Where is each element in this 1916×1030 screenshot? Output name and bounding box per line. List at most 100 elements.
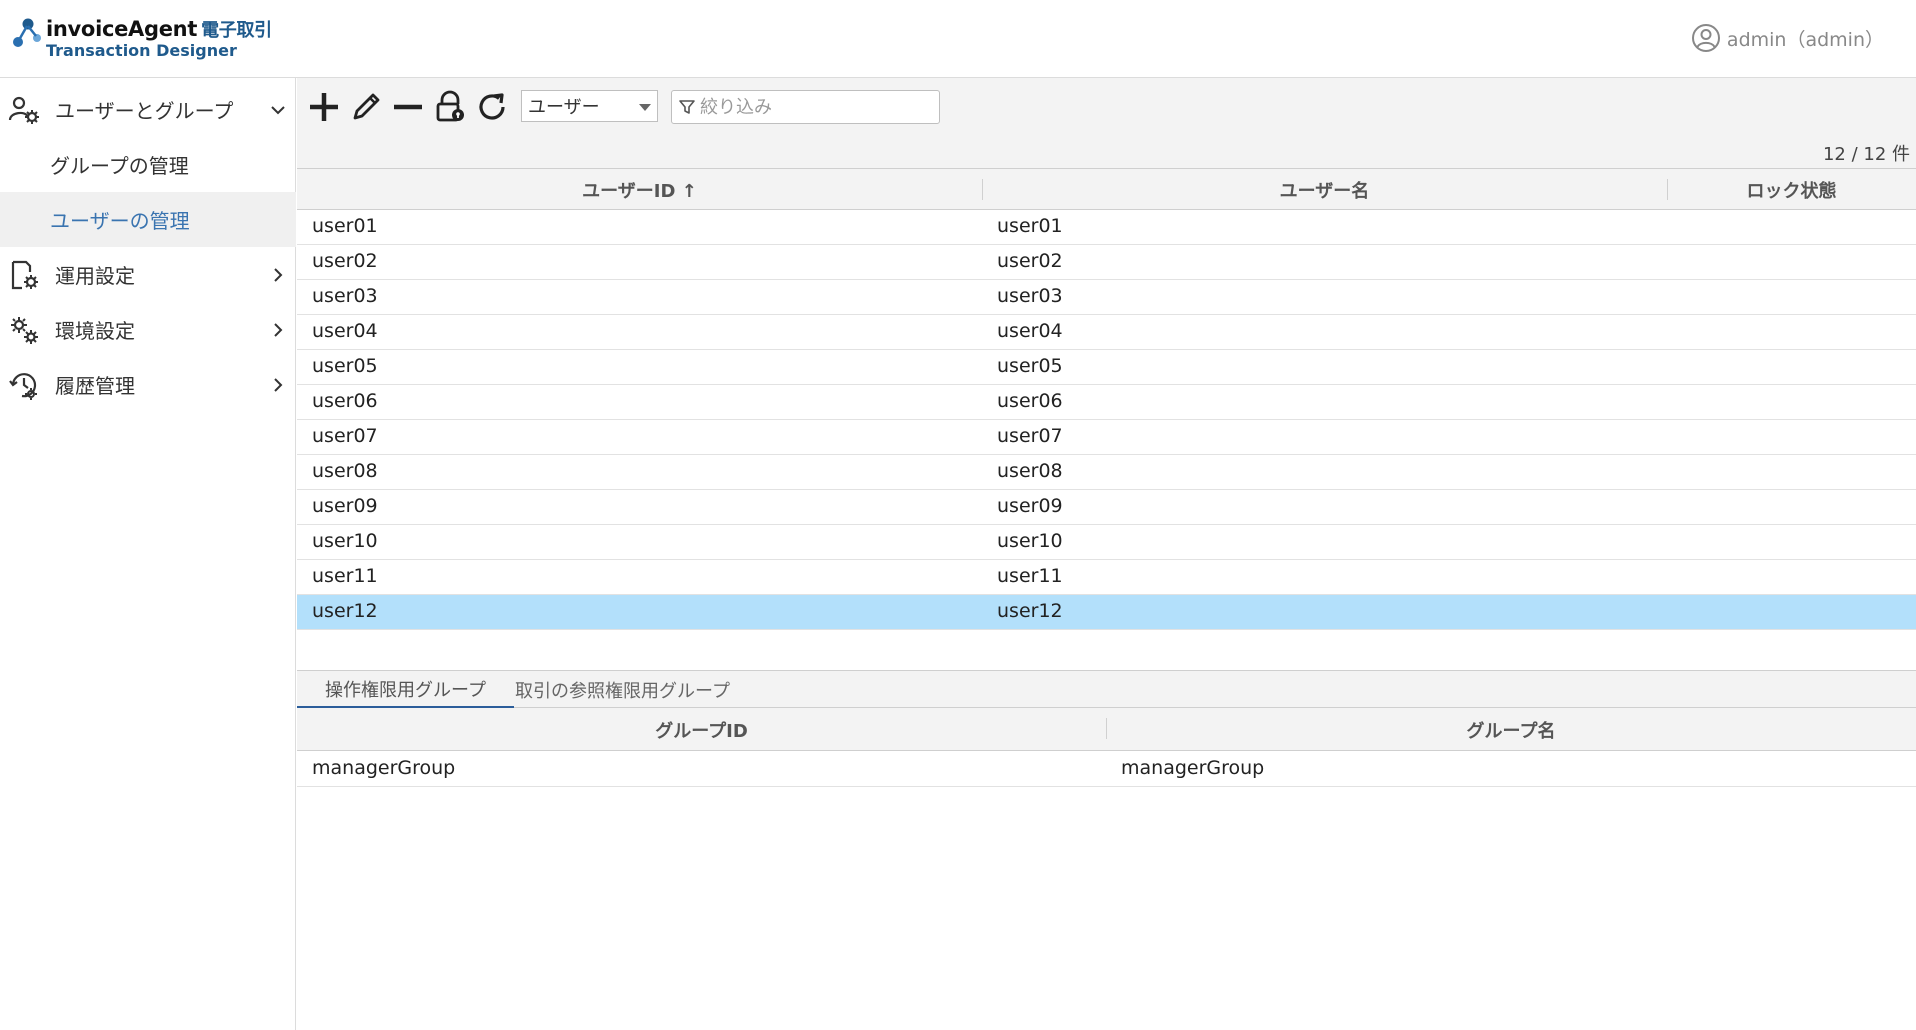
sidebar-item-user-management[interactable]: ユーザーの管理: [0, 192, 296, 247]
groups-table: グループID グループ名 managerGroup managerGroup: [297, 708, 1916, 1030]
sidebar-item-label: グループの管理: [50, 154, 189, 178]
edit-button[interactable]: [347, 88, 385, 126]
plus-icon: [310, 93, 338, 121]
toolbar: ユーザー: [297, 78, 1916, 138]
nav-environment-settings[interactable]: 環境設定: [0, 302, 296, 357]
cell-user-id: user01: [312, 215, 378, 237]
pencil-icon: [353, 93, 380, 120]
chevron-right-icon: [274, 323, 283, 337]
app-header: invoiceAgent 電子取引 Transaction Designer ad…: [0, 0, 1916, 78]
sidebar: ユーザーとグループ グループの管理 ユーザーの管理 運用設定 環境設定 履歴管理: [0, 78, 296, 1030]
nav-users-groups[interactable]: ユーザーとグループ: [0, 82, 296, 137]
table-row[interactable]: user06 user06: [297, 385, 1916, 420]
cell-user-name: user02: [997, 250, 1063, 272]
cell-user-id: user05: [312, 355, 378, 377]
cell-user-name: user04: [997, 320, 1063, 342]
column-header-group-name[interactable]: グループ名: [1106, 708, 1916, 751]
user-label: admin（admin）: [1726, 28, 1884, 51]
table-row[interactable]: user10 user10: [297, 525, 1916, 560]
cell-user-name: user05: [997, 355, 1063, 377]
cell-user-id: user10: [312, 530, 378, 552]
cell-user-name: user12: [997, 600, 1063, 622]
sidebar-item-label: ユーザーの管理: [50, 209, 190, 233]
cell-user-name: user06: [997, 390, 1063, 412]
user-gear-icon: [8, 96, 39, 124]
lock-button[interactable]: [431, 88, 469, 126]
cell-user-id: user03: [312, 285, 378, 307]
delete-button[interactable]: [389, 88, 427, 126]
column-header-user-id[interactable]: ユーザーID ↑: [297, 169, 982, 210]
column-header-group-id[interactable]: グループID: [297, 708, 1106, 751]
add-button[interactable]: [305, 88, 343, 126]
sidebar-item-group-management[interactable]: グループの管理: [0, 137, 296, 192]
table-row[interactable]: user02 user02: [297, 245, 1916, 280]
refresh-button[interactable]: [473, 88, 511, 126]
lock-icon: [436, 90, 464, 122]
column-header-label: グループ名: [1466, 720, 1556, 742]
tab-label: 取引の参照権限用グループ: [515, 681, 730, 702]
column-header-user-name[interactable]: ユーザー名: [982, 169, 1667, 210]
tab-label: 操作権限用グループ: [325, 680, 486, 701]
cell-user-id: user11: [312, 565, 378, 587]
nav-label-history-management: 履歴管理: [55, 374, 135, 398]
nav-label-users-groups: ユーザーとグループ: [55, 99, 234, 123]
filter-field[interactable]: [671, 90, 940, 124]
account-circle-icon: [1691, 24, 1720, 52]
dropdown-caret-icon: [639, 104, 651, 111]
cell-user-id: user08: [312, 460, 378, 482]
user-menu[interactable]: admin（admin）: [1691, 22, 1884, 54]
group-tabs: 操作権限用グループ 取引の参照権限用グループ: [297, 672, 1916, 708]
column-header-label: ユーザーID ↑: [582, 180, 697, 202]
cell-user-name: user10: [997, 530, 1063, 552]
logo-subtitle: Transaction Designer: [46, 41, 237, 60]
logo-mark-icon: [13, 18, 41, 47]
cell-user-id: user07: [312, 425, 378, 447]
groups-table-header: グループID グループ名: [297, 708, 1916, 751]
nav-history-management[interactable]: 履歴管理: [0, 357, 296, 412]
logo-name: invoiceAgent: [46, 17, 198, 41]
nav-label-operation-settings: 運用設定: [55, 264, 135, 288]
table-row[interactable]: user12 user12: [297, 595, 1916, 630]
table-row[interactable]: user11 user11: [297, 560, 1916, 595]
table-row[interactable]: user07 user07: [297, 420, 1916, 455]
cell-user-id: user09: [312, 495, 378, 517]
column-header-lock-status[interactable]: ロック状態: [1667, 169, 1916, 210]
history-gear-icon: [9, 373, 37, 400]
column-header-label: ロック状態: [1746, 180, 1837, 202]
cell-user-name: user07: [997, 425, 1063, 447]
type-select-value: ユーザー: [528, 97, 600, 118]
document-gear-icon: [11, 260, 38, 290]
main-content: ユーザー 12 / 12 件 ユーザーID ↑ ユーザー名 ロック状態 user…: [297, 78, 1916, 1030]
cell-user-id: user04: [312, 320, 378, 342]
nav-operation-settings[interactable]: 運用設定: [0, 247, 296, 302]
gears-icon: [11, 317, 38, 344]
users-table-header: ユーザーID ↑ ユーザー名 ロック状態: [297, 169, 1916, 210]
logo-jp: 電子取引: [201, 20, 272, 41]
filter-input[interactable]: [700, 96, 930, 118]
table-row[interactable]: user04 user04: [297, 315, 1916, 350]
cell-user-name: user11: [997, 565, 1063, 587]
users-table: ユーザーID ↑ ユーザー名 ロック状態 user01 user01 user02 u…: [297, 168, 1916, 671]
filter-icon: [679, 100, 695, 114]
cell-user-name: user09: [997, 495, 1063, 517]
table-row[interactable]: user05 user05: [297, 350, 1916, 385]
tab-operation-groups[interactable]: 操作権限用グループ: [297, 672, 514, 708]
cell-user-name: user03: [997, 285, 1063, 307]
table-row[interactable]: user01 user01: [297, 210, 1916, 245]
table-row[interactable]: user09 user09: [297, 490, 1916, 525]
chevron-right-icon: [274, 268, 283, 282]
nav-label-environment-settings: 環境設定: [55, 319, 135, 343]
table-row[interactable]: user03 user03: [297, 280, 1916, 315]
chevron-down-icon: [271, 106, 285, 115]
tab-reference-groups[interactable]: 取引の参照権限用グループ: [514, 672, 731, 708]
table-row[interactable]: user08 user08: [297, 455, 1916, 490]
refresh-icon: [479, 93, 505, 120]
record-count: 12 / 12 件: [1822, 144, 1910, 165]
chevron-right-icon: [274, 378, 283, 392]
table-row[interactable]: managerGroup managerGroup: [297, 751, 1916, 787]
minus-icon: [394, 104, 422, 110]
column-header-label: ユーザー名: [1279, 180, 1370, 202]
app-logo: invoiceAgent 電子取引 Transaction Designer: [10, 14, 280, 64]
cell-group-id: managerGroup: [312, 757, 456, 779]
type-select[interactable]: ユーザー: [521, 90, 658, 122]
